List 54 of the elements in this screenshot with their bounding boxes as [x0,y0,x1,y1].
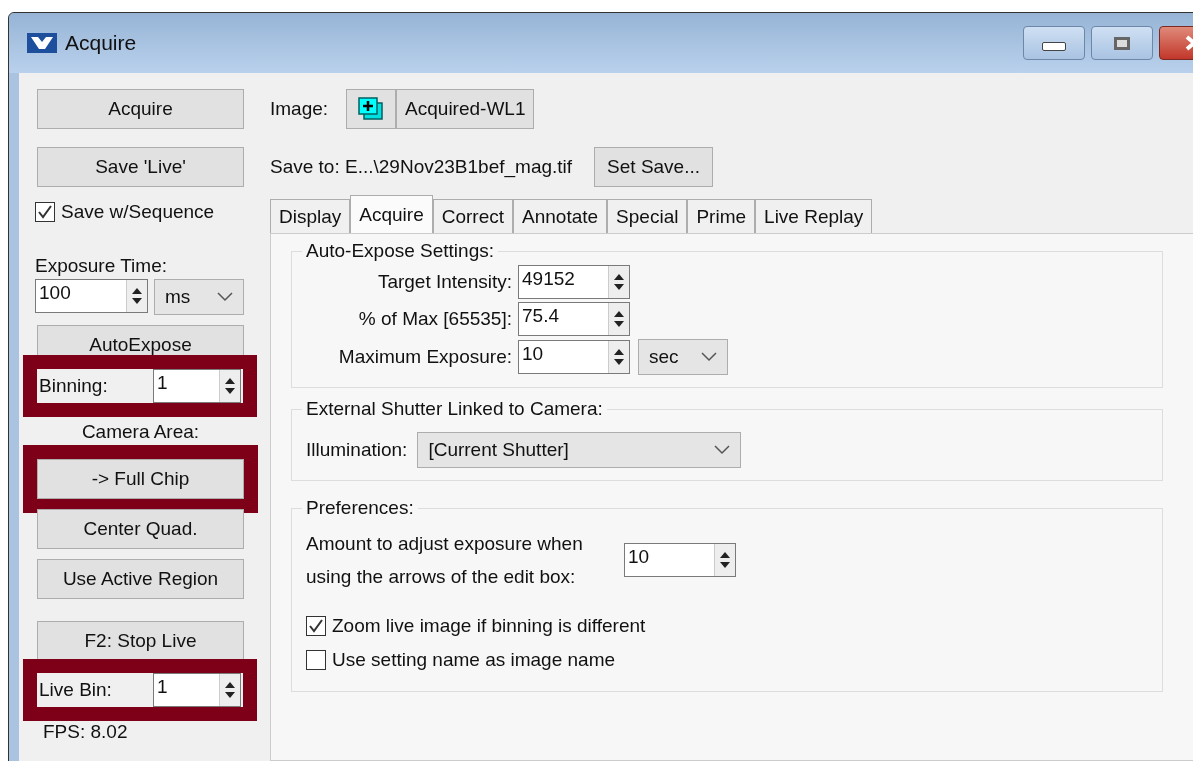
live-bin-field[interactable]: 1 [153,673,241,707]
adjust-amount-label: Amount to adjust exposure when using the arrows of the edit box: [306,532,584,589]
camera-area-button[interactable]: Center Quad. [37,509,244,549]
tab[interactable]: Prime [687,199,756,233]
image-label: Image: [270,98,329,120]
image-name-button[interactable]: Acquired-WL1 [396,89,535,129]
tab[interactable]: Correct [432,199,514,233]
number-field[interactable]: 10 [518,340,630,374]
group-title: External Shutter Linked to Camera: [305,398,604,420]
unit-dropdown[interactable]: ms [154,279,244,315]
field-label: Target Intensity: [376,271,512,293]
number-field[interactable]: 75.4 [518,302,630,336]
save-sequence-checkbox[interactable]: Save w/Sequence [35,201,252,223]
exposure-time-field[interactable]: 100 [35,279,148,313]
tab[interactable]: Annotate [513,199,608,233]
group-title: Preferences: [305,497,415,519]
unit-dropdown[interactable]: sec [638,339,728,375]
tab[interactable]: Acquire [350,195,433,233]
set-save-button[interactable]: Set Save... [594,147,714,187]
tab[interactable]: Live Replay [755,199,873,233]
chevron-down-icon [714,445,731,455]
app-logo-icon [27,33,57,53]
check-icon [307,617,325,635]
option-checkbox[interactable]: Use setting name as image name [306,649,1154,671]
tab[interactable]: Special [607,199,688,233]
save-path-label: Save to: E...\29Nov23B1bef_mag.tif [270,156,573,178]
minimize-button[interactable] [1023,26,1085,60]
exposure-time-label: Exposure Time: [35,255,168,277]
tab[interactable]: Display [270,199,351,233]
add-image-icon [358,97,385,121]
group-title: Auto-Expose Settings: [305,240,495,262]
acquire-button[interactable]: Acquire [37,89,244,129]
field-label: % of Max [65535]: [357,308,512,330]
camera-area-label: Camera Area: [80,421,201,443]
new-image-button[interactable] [346,89,397,129]
maximize-button[interactable] [1091,26,1153,60]
chevron-down-icon [701,352,717,362]
illumination-label: Illumination: [306,439,408,461]
binning-label: Binning: [39,375,109,397]
field-label: Maximum Exposure: [337,346,512,368]
chevron-down-icon [217,292,233,302]
live-bin-label: Live Bin: [39,679,113,701]
save-live-button[interactable]: Save 'Live' [37,147,244,187]
option-checkbox[interactable]: Zoom live image if binning is different [306,615,1154,637]
illumination-dropdown[interactable]: [Current Shutter] [417,432,742,468]
window-title: Acquire [65,31,137,55]
binning-field[interactable]: 1 [153,369,241,403]
camera-area-button[interactable]: -> Full Chip [37,459,244,499]
adjust-amount-field[interactable]: 10 [624,543,736,577]
check-icon [36,203,54,221]
stop-live-button[interactable]: F2: Stop Live [37,621,244,661]
number-field[interactable]: 49152 [518,265,630,299]
camera-area-button[interactable]: Use Active Region [37,559,244,599]
fps-readout: FPS: 8.02 [43,721,129,743]
